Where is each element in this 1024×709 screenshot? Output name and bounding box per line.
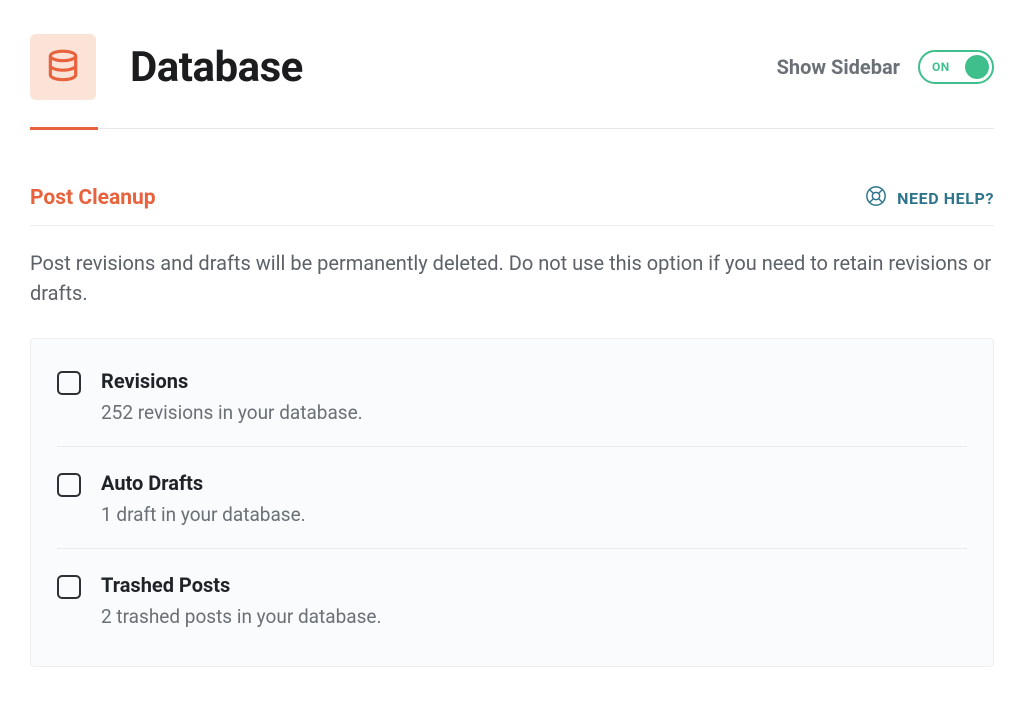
database-icon	[30, 34, 96, 100]
row-title: Auto Drafts	[101, 471, 306, 495]
cleanup-options-card: Revisions 252 revisions in your database…	[30, 338, 994, 667]
page-header: Database Show Sidebar ON	[30, 34, 994, 128]
need-help-link[interactable]: NEED HELP?	[865, 185, 994, 211]
row-desc: 252 revisions in your database.	[101, 401, 363, 424]
row-body: Auto Drafts 1 draft in your database.	[101, 471, 306, 526]
need-help-label: NEED HELP?	[897, 189, 994, 208]
header-right: Show Sidebar ON	[777, 50, 994, 84]
section-title: Post Cleanup	[30, 186, 156, 210]
toggle-knob	[965, 55, 989, 79]
row-desc: 2 trashed posts in your database.	[101, 605, 381, 628]
auto-drafts-checkbox[interactable]	[57, 473, 81, 497]
cleanup-row-auto-drafts: Auto Drafts 1 draft in your database.	[57, 447, 967, 549]
row-body: Revisions 252 revisions in your database…	[101, 369, 363, 424]
trashed-posts-checkbox[interactable]	[57, 575, 81, 599]
cleanup-row-trashed-posts: Trashed Posts 2 trashed posts in your da…	[57, 549, 967, 650]
section-header: Post Cleanup NEED HELP?	[30, 185, 994, 226]
row-body: Trashed Posts 2 trashed posts in your da…	[101, 573, 381, 628]
header-left: Database	[30, 34, 303, 100]
help-icon	[865, 185, 887, 211]
show-sidebar-toggle[interactable]: ON	[918, 50, 994, 84]
revisions-checkbox[interactable]	[57, 371, 81, 395]
show-sidebar-label: Show Sidebar	[777, 55, 900, 79]
row-title: Trashed Posts	[101, 573, 381, 597]
page-title: Database	[130, 43, 303, 92]
section-description: Post revisions and drafts will be perman…	[30, 248, 994, 308]
row-desc: 1 draft in your database.	[101, 503, 306, 526]
toggle-state-label: ON	[932, 60, 950, 74]
cleanup-row-revisions: Revisions 252 revisions in your database…	[57, 345, 967, 447]
row-title: Revisions	[101, 369, 363, 393]
header-divider	[30, 128, 994, 129]
